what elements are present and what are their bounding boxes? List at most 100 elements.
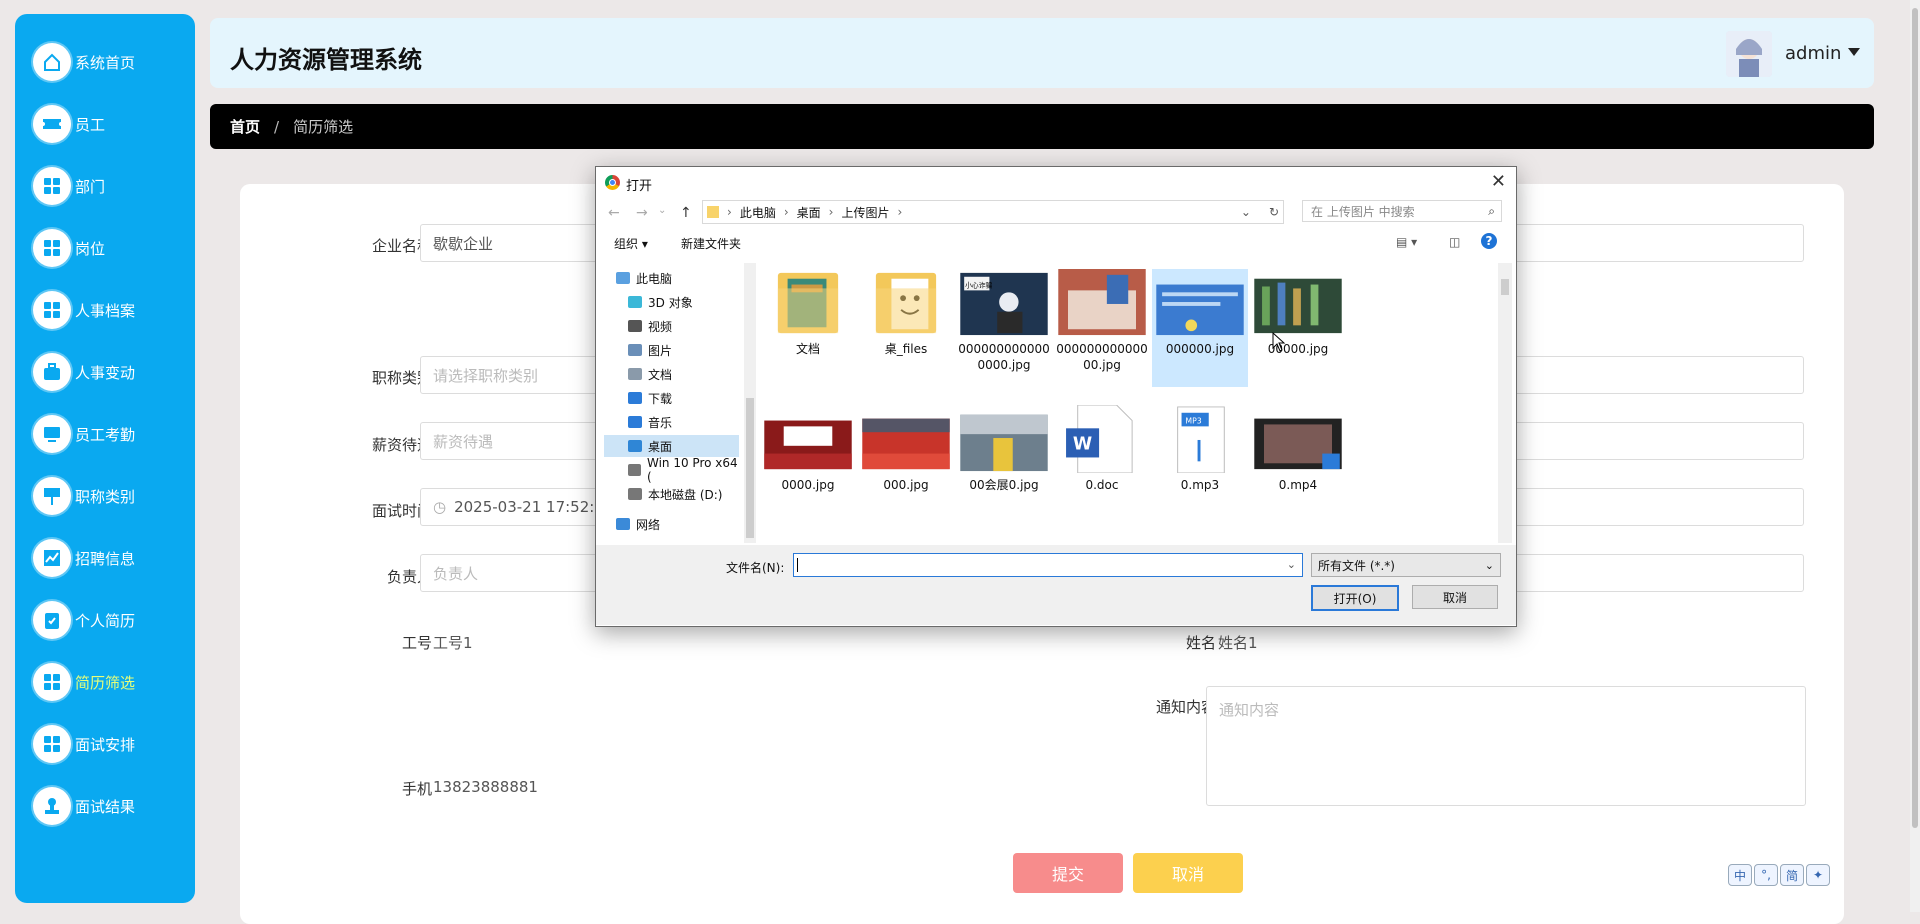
cancel-button[interactable]: 取消 xyxy=(1133,853,1243,893)
address-bar[interactable]: › 此电脑 › 桌面 › 上传图片 › ⌄ ↻ xyxy=(702,200,1284,224)
file-name: 0.mp4 xyxy=(1278,478,1318,492)
filename-input[interactable]: ⌄ xyxy=(793,553,1303,577)
tree-item[interactable]: 视频 xyxy=(604,315,739,337)
ime-skin[interactable]: ✦ xyxy=(1806,864,1830,886)
file-item[interactable]: 0000.jpg xyxy=(760,405,856,523)
file-name: 00000.jpg xyxy=(1267,342,1329,356)
path-segment[interactable]: 桌面 xyxy=(797,204,821,221)
ime-punct[interactable]: °, xyxy=(1754,864,1778,886)
file-item[interactable]: 000.jpg xyxy=(858,405,954,523)
filetype-select[interactable]: 所有文件 (*.*) ⌄ xyxy=(1311,553,1501,577)
file-item[interactable]: 00000.jpg xyxy=(1250,269,1346,387)
file-item[interactable]: 00会展0.jpg xyxy=(956,405,1052,523)
tree-item-icon xyxy=(616,272,630,284)
stamp-icon xyxy=(33,787,71,825)
dialog-cancel-button[interactable]: 取消 xyxy=(1412,585,1498,609)
dialog-toolbar: 组织 ▾ 新建文件夹 ▤ ▾ ◫ ? xyxy=(596,229,1516,255)
file-name: 0000000000000000.jpg xyxy=(958,342,1050,372)
help-icon[interactable]: ? xyxy=(1481,233,1497,249)
view-icon[interactable]: ▤ ▾ xyxy=(1396,235,1417,249)
sidebar-item[interactable]: 简历筛选 xyxy=(33,660,193,704)
files-scrollbar[interactable] xyxy=(1498,263,1512,543)
file-item[interactable]: 桌_files xyxy=(858,269,954,387)
tree-item[interactable]: 桌面 xyxy=(604,435,739,457)
search-input[interactable]: 在 上传图片 中搜索 ⌕ xyxy=(1302,200,1502,222)
user-name[interactable]: admin xyxy=(1785,43,1841,64)
empno-label: 工号 xyxy=(401,634,432,652)
sidebar-item[interactable]: 人事档案 xyxy=(33,288,193,332)
page-scroll-thumb[interactable] xyxy=(1912,8,1918,828)
tree-item-label: Win 10 Pro x64 ( xyxy=(646,456,738,484)
name-label: 姓名 xyxy=(1185,634,1216,652)
file-name: 00会展0.jpg xyxy=(969,478,1039,492)
organize-button[interactable]: 组织 ▾ xyxy=(614,235,648,252)
up-icon[interactable]: ↑ xyxy=(680,205,692,221)
tree-item[interactable]: 下载 xyxy=(604,387,739,409)
notice-textarea[interactable]: 通知内容 xyxy=(1206,686,1806,806)
path-segment[interactable]: 上传图片 xyxy=(841,204,889,221)
file-item[interactable]: 000000.jpg xyxy=(1152,269,1248,387)
tree-scroll-thumb[interactable] xyxy=(746,398,754,538)
ime-simplified[interactable]: 简 xyxy=(1780,864,1804,886)
breadcrumb-home[interactable]: 首页 xyxy=(230,116,260,137)
file-item[interactable]: 00000000000000.jpg xyxy=(1054,269,1150,387)
search-icon: ⌕ xyxy=(1488,203,1495,218)
files-scroll-thumb[interactable] xyxy=(1501,279,1509,295)
dialog-titlebar: 打开 ✕ xyxy=(596,167,1516,197)
path-segment[interactable]: 此电脑 xyxy=(740,204,776,221)
avatar[interactable] xyxy=(1726,31,1772,77)
ime-toolbar[interactable]: 中 °, 简 ✦ xyxy=(1728,864,1830,886)
tree-item[interactable]: 音乐 xyxy=(604,411,739,433)
video-file-icon xyxy=(1253,405,1343,473)
dropdown-icon[interactable]: ⌄ xyxy=(1241,205,1251,219)
sidebar-item[interactable]: 部门 xyxy=(33,164,193,208)
sidebar-item-label: 系统首页 xyxy=(75,53,136,72)
folder-icon xyxy=(707,206,719,218)
tree-item[interactable]: 文档 xyxy=(604,363,739,385)
sidebar-item[interactable]: 岗位 xyxy=(33,226,193,270)
back-icon[interactable]: ← xyxy=(608,205,620,221)
grid-icon xyxy=(33,725,71,763)
tree-item[interactable]: 3D 对象 xyxy=(604,291,739,313)
submit-button[interactable]: 提交 xyxy=(1013,853,1123,893)
folder-icon xyxy=(861,269,951,337)
sidebar-item-label: 简历筛选 xyxy=(75,673,136,692)
file-item[interactable]: 小心诈骗 0000000000000000.jpg xyxy=(956,269,1052,387)
sidebar-item[interactable]: 员工 xyxy=(33,102,193,146)
file-name: 文档 xyxy=(795,342,820,356)
sidebar-item[interactable]: 员工考勤 xyxy=(33,412,193,456)
tree-item[interactable]: 图片 xyxy=(604,339,739,361)
filetype-value: 所有文件 (*.*) xyxy=(1318,558,1395,573)
tree-item[interactable]: 本地磁盘 (D:) xyxy=(604,483,739,505)
close-icon[interactable]: ✕ xyxy=(1491,171,1506,192)
tree-item[interactable]: 网络 xyxy=(604,513,739,535)
file-item[interactable]: MP3 0.mp3 xyxy=(1152,405,1248,523)
new-folder-button[interactable]: 新建文件夹 xyxy=(681,235,741,252)
sidebar-item[interactable]: 招聘信息 xyxy=(33,536,193,580)
refresh-icon[interactable]: ↻ xyxy=(1269,205,1279,219)
tree-item-label: 网络 xyxy=(636,517,661,532)
open-button[interactable]: 打开(O) xyxy=(1311,585,1399,611)
chevron-down-icon[interactable]: ⌄ xyxy=(1287,558,1296,571)
sidebar-item[interactable]: 人事变动 xyxy=(33,350,193,394)
sidebar-item[interactable]: 系统首页 xyxy=(33,40,193,84)
tree-item[interactable]: Win 10 Pro x64 ( xyxy=(604,456,739,484)
file-item[interactable]: 0.mp4 xyxy=(1250,405,1346,523)
chevron-right-icon: › xyxy=(783,205,789,219)
ime-chinese[interactable]: 中 xyxy=(1728,864,1752,886)
sidebar-item[interactable]: 面试安排 xyxy=(33,722,193,766)
file-name: 000000.jpg xyxy=(1165,342,1235,356)
sidebar-item[interactable]: 面试结果 xyxy=(33,784,193,828)
preview-pane-icon[interactable]: ◫ xyxy=(1449,235,1460,249)
caret-down-icon[interactable] xyxy=(1848,48,1860,56)
recent-chevron-icon[interactable]: ⌄ xyxy=(658,205,666,216)
sidebar-item[interactable]: 个人简历 xyxy=(33,598,193,642)
tree-scrollbar[interactable] xyxy=(744,263,756,543)
forward-icon[interactable]: → xyxy=(636,205,648,221)
tree-item-icon xyxy=(628,368,642,380)
page-scrollbar[interactable] xyxy=(1910,0,1920,912)
file-item[interactable]: W 0.doc xyxy=(1054,404,1150,523)
sidebar-item[interactable]: 职称类别 xyxy=(33,474,193,518)
file-item[interactable]: 文档 xyxy=(760,269,856,387)
tree-item[interactable]: 此电脑 xyxy=(604,267,739,289)
